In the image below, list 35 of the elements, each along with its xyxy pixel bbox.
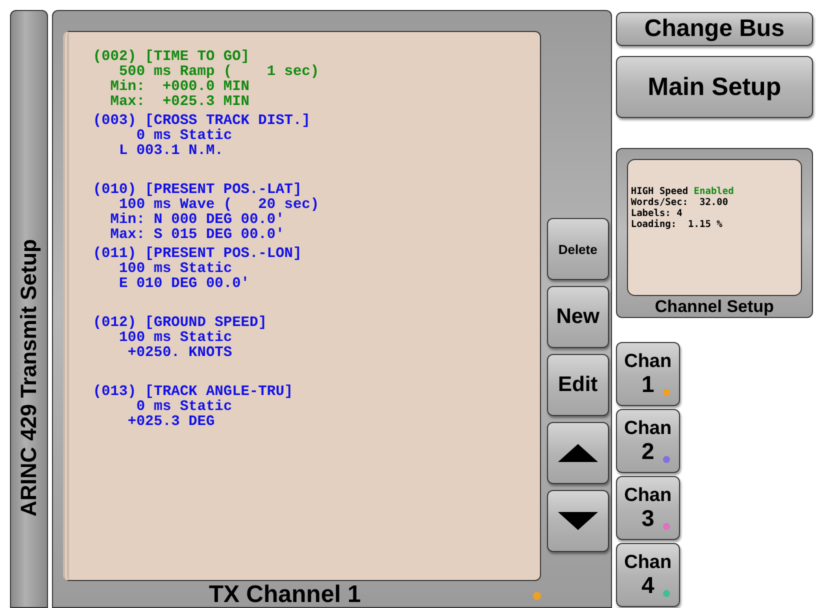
channel-number: 4 bbox=[641, 574, 654, 597]
speed-state: Enabled bbox=[694, 186, 734, 197]
window-title: ARINC 429 Transmit Setup bbox=[16, 239, 42, 517]
channel-number: 2 bbox=[641, 440, 654, 463]
speed-label: HIGH Speed bbox=[630, 186, 688, 197]
channel-setup-label: Channel Setup bbox=[654, 297, 774, 317]
list-button[interactable]: New bbox=[546, 286, 609, 348]
channel-label: Chan bbox=[624, 419, 672, 438]
channel-button[interactable]: Chan 1 bbox=[616, 342, 680, 406]
triangle-up-icon bbox=[556, 442, 600, 464]
info-line: Words/Sec: 32.00 bbox=[630, 197, 730, 208]
label-entry[interactable]: (010) [PRESENT POS.-LAT] 100 ms Wave ( 20 sec) Min: N 000 DEG 00.0' Max: S 015 DEG 00.0' bbox=[92, 183, 540, 243]
channel-title: TX Channel 1 bbox=[208, 581, 361, 608]
channel-button[interactable]: Chan 3 bbox=[616, 476, 680, 540]
change-bus-button[interactable]: Change Bus bbox=[616, 12, 813, 46]
scroll-down-button[interactable] bbox=[546, 490, 609, 552]
info-line: Loading: 1.15 % bbox=[630, 219, 724, 230]
channel-setup-button[interactable]: HIGH Speed Enabled Words/Sec: 32.00 Labels: 4 Loading: 1.15 % Channel Setup bbox=[616, 148, 813, 318]
channel-number: 3 bbox=[641, 507, 654, 530]
channel-number: 1 bbox=[641, 373, 654, 396]
list-button[interactable]: Edit bbox=[546, 354, 609, 416]
triangle-down-icon bbox=[556, 510, 600, 532]
info-line: Labels: 4 bbox=[630, 208, 684, 219]
channel-label: Chan bbox=[624, 352, 672, 371]
main-setup-button[interactable]: Main Setup bbox=[616, 56, 813, 118]
channel-button[interactable]: Chan 4 bbox=[616, 543, 680, 607]
label-entry[interactable]: (013) [TRACK ANGLE-TRU] 0 ms Static +025.3 DEG bbox=[92, 385, 540, 430]
label-entry[interactable]: (003) [CROSS TRACK DIST.] 0 ms Static L 003.1 N.M. bbox=[92, 114, 540, 159]
label-entry[interactable]: (011) [PRESENT POS.-LON] 100 ms Static E 010 DEG 00.0' bbox=[92, 247, 540, 292]
list-button[interactable]: Delete bbox=[546, 218, 609, 280]
scroll-up-button[interactable] bbox=[546, 422, 609, 484]
channel-label: Chan bbox=[624, 553, 672, 572]
channel-button[interactable]: Chan 2 bbox=[616, 409, 680, 473]
label-entry[interactable]: (012) [GROUND SPEED] 100 ms Static +0250. KNOTS bbox=[92, 316, 540, 361]
channel-label: Chan bbox=[624, 486, 672, 505]
